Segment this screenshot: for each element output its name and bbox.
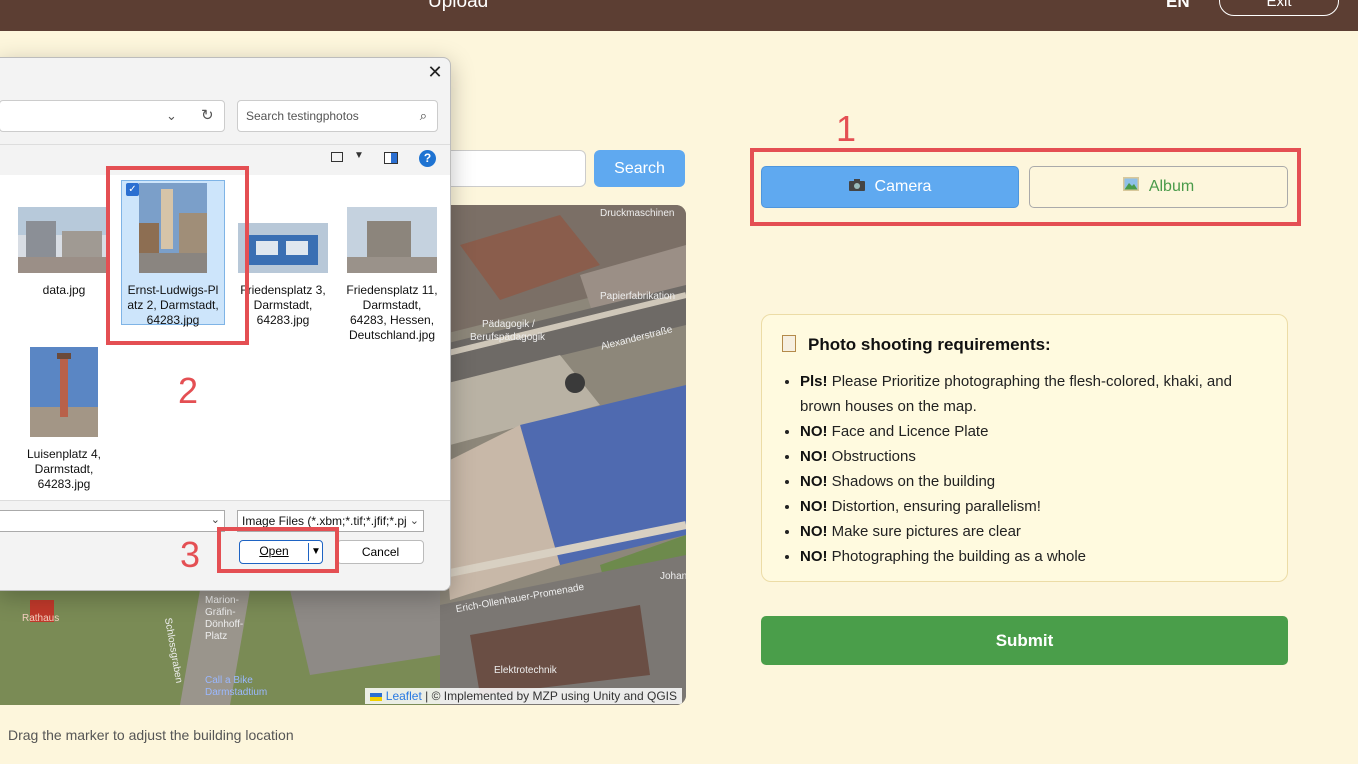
list-item: NO! Face and Licence Plate [800, 419, 1270, 444]
item-prefix: NO! [800, 523, 828, 540]
file-name-line: Friedensplatz 11, [346, 283, 438, 297]
annotation-box-2 [106, 166, 249, 345]
file-thumbnail [347, 207, 437, 273]
camera-button-label: Camera [874, 178, 932, 196]
map-label: Druckmaschinen [600, 208, 675, 219]
requirements-panel: Photo shooting requirements: Pls! Please… [761, 314, 1288, 582]
ukraine-flag-icon [370, 692, 383, 701]
help-icon[interactable]: ? [419, 150, 436, 167]
camera-button[interactable]: Camera [761, 166, 1019, 208]
file-name-line: 64283.jpg [37, 477, 91, 491]
language-switch[interactable]: EN [1166, 0, 1190, 12]
camera-icon [848, 167, 865, 207]
album-button-label: Album [1148, 178, 1195, 196]
close-icon[interactable]: ✕ [427, 62, 443, 83]
annotation-number-3: 3 [180, 534, 201, 575]
list-item: NO! Make sure pictures are clear [800, 519, 1270, 544]
search-button[interactable]: Search [594, 150, 685, 187]
attribution-text: | © Implemented by MZP using Unity and Q… [425, 689, 677, 703]
item-prefix: NO! [800, 473, 828, 490]
item-text: Please Prioritize photographing the fles… [800, 373, 1232, 415]
chevron-down-icon[interactable]: ⌄ [410, 514, 419, 527]
file-name-line: Darmstadt, [34, 462, 94, 476]
file-thumbnail [18, 207, 110, 273]
item-text: Face and Licence Plate [831, 423, 989, 440]
annotation-number-1: 1 [836, 108, 857, 149]
refresh-icon[interactable]: ↻ [201, 106, 214, 124]
list-item: NO! Shadows on the building [800, 469, 1270, 494]
clipboard-icon [782, 335, 796, 352]
album-button[interactable]: Album [1029, 166, 1288, 208]
map-label: Johan [660, 571, 686, 582]
chevron-down-icon[interactable]: ⌄ [166, 108, 177, 124]
file-item[interactable]: Friedensplatz 11, Darmstadt, 64283, Hess… [342, 207, 442, 343]
item-prefix: NO! [800, 498, 828, 515]
map-attribution: Leaflet | © Implemented by MZP using Uni… [365, 688, 682, 704]
picture-icon [1122, 167, 1139, 207]
file-name-line: Deutschland.jpg [348, 328, 436, 342]
page-title: Upload [428, 0, 489, 12]
top-bar: Upload EN Exit [0, 0, 1358, 31]
file-item[interactable]: Luisenplatz 4, Darmstadt, 64283.jpg [13, 347, 115, 492]
file-name: data.jpg [42, 283, 86, 297]
list-item: NO! Obstructions [800, 444, 1270, 469]
file-thumbnail [238, 223, 328, 273]
preview-pane-icon[interactable] [384, 152, 398, 164]
chevron-down-icon[interactable]: ▼ [354, 150, 364, 161]
requirements-title: Photo shooting requirements: [808, 335, 1051, 354]
address-bar[interactable]: ⌄ ↻ [0, 100, 225, 132]
item-prefix: NO! [800, 448, 828, 465]
item-text: Photographing the building as a whole [831, 548, 1087, 565]
map-hint: Drag the marker to adjust the building l… [8, 727, 294, 743]
file-name-line: 64283, Hessen, [349, 313, 435, 327]
cancel-button[interactable]: Cancel [337, 540, 424, 564]
annotation-box-3 [217, 527, 339, 573]
map-label: Marion-Gräfin-Dönhoff-Platz [205, 595, 244, 642]
requirements-list: Pls! Please Prioritize photographing the… [800, 369, 1270, 569]
chevron-down-icon[interactable]: ⌄ [211, 513, 220, 526]
file-type-value: Image Files (*.xbm;*.tif;*.jfif;*.pj [242, 514, 407, 528]
search-icon: ⌕ [419, 108, 427, 123]
item-text: Distortion, ensuring parallelism! [831, 498, 1041, 515]
submit-button[interactable]: Submit [761, 616, 1288, 665]
item-text: Make sure pictures are clear [831, 523, 1021, 540]
item-text: Obstructions [831, 448, 916, 465]
item-prefix: NO! [800, 548, 828, 565]
map-label: Elektrotechnik [494, 665, 557, 676]
map-label: Pädagogik / [482, 319, 535, 330]
exit-button[interactable]: Exit [1219, 0, 1339, 16]
file-name-line: Luisenplatz 4, [26, 447, 102, 461]
file-item[interactable]: data.jpg [13, 207, 115, 298]
list-item: NO! Distortion, ensuring parallelism! [800, 494, 1270, 519]
address-search-input[interactable] [440, 150, 586, 187]
view-mode-icon[interactable] [331, 152, 343, 162]
file-name-line: Darmstadt, [362, 298, 422, 312]
list-item: NO! Photographing the building as a whol… [800, 544, 1270, 569]
map-label: Call a Bike Darmstadtium [205, 675, 268, 698]
file-name-input[interactable]: ⌄ [0, 510, 225, 532]
folder-search-input[interactable]: Search testingphotos ⌕ [237, 100, 438, 132]
map-label: Berufspädagogik [470, 332, 546, 343]
leaflet-link[interactable]: Leaflet [386, 689, 422, 703]
item-prefix: NO! [800, 423, 828, 440]
list-item: Pls! Please Prioritize photographing the… [800, 369, 1270, 419]
folder-search-placeholder: Search testingphotos [246, 109, 359, 123]
file-thumbnail [30, 347, 98, 437]
map-label: Papierfabrikation [600, 291, 676, 302]
requirements-heading: Photo shooting requirements: [782, 335, 1051, 355]
item-text: Shadows on the building [831, 473, 996, 490]
map-label: Rathaus [22, 613, 60, 624]
item-prefix: Pls! [800, 373, 828, 390]
annotation-number-2: 2 [178, 370, 199, 411]
